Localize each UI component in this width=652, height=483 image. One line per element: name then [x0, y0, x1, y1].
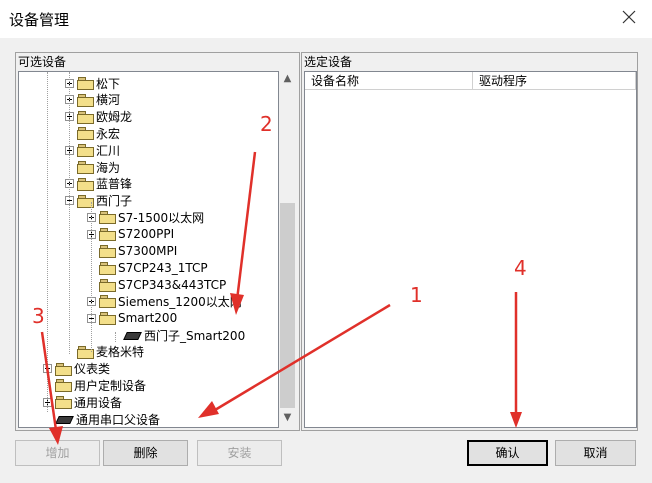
annotation-4: 4 — [514, 256, 527, 280]
confirm-button[interactable]: 确认 — [467, 440, 548, 466]
tree-guide-line — [91, 202, 92, 352]
annotation-2: 2 — [260, 112, 273, 136]
tree-item[interactable]: Siemens_1200以太网 — [87, 293, 242, 309]
tree-item[interactable]: 蓝普锋 — [65, 176, 132, 192]
close-icon[interactable] — [620, 8, 638, 26]
folder-icon — [99, 278, 116, 292]
tree-item-label: S7CP243_1TCP — [118, 260, 208, 275]
device-chip-icon — [123, 330, 142, 340]
device-chip-icon — [55, 414, 74, 424]
tree-item[interactable]: 横河 — [65, 92, 120, 108]
tree-item-label: 用户定制设备 — [74, 378, 147, 393]
folder-icon — [77, 77, 94, 90]
folder-icon — [55, 362, 72, 376]
tree-item[interactable]: 西门子 — [65, 193, 132, 209]
tree-item[interactable]: 永宏 — [65, 125, 120, 141]
tree-item-label: 通用串口父设备 — [76, 412, 161, 427]
column-header-driver[interactable]: 驱动程序 — [473, 72, 636, 90]
tree-item-label: 松下 — [96, 76, 121, 91]
selected-devices-label: 选定设备 — [304, 55, 353, 69]
tree-item-label: S7CP343&443TCP — [118, 277, 227, 292]
tree-item-label: S7-1500以太网 — [118, 210, 205, 225]
folder-icon — [99, 295, 116, 309]
folder-icon — [77, 144, 94, 158]
cancel-button[interactable]: 取消 — [555, 440, 636, 466]
available-devices-label: 可选设备 — [18, 55, 67, 69]
tree-item[interactable]: 汇川 — [65, 142, 120, 158]
tree-scrollbar[interactable]: ▲ ▼ — [279, 71, 296, 426]
title-bar: 设备管理 — [0, 0, 652, 38]
annotation-1: 1 — [410, 283, 423, 307]
tree-item[interactable]: 松下 — [65, 75, 120, 91]
folder-icon — [99, 211, 116, 225]
tree-item[interactable]: S7300MPI — [87, 243, 177, 259]
tree-item[interactable]: Smart200 — [87, 310, 177, 326]
folder-icon — [99, 245, 116, 258]
annotation-3: 3 — [32, 304, 45, 328]
tree-item-label: S7200PPI — [118, 227, 175, 242]
selected-devices-group: 选定设备 设备名称 驱动程序 — [301, 52, 638, 431]
tree-item[interactable]: 通用串口父设备 — [43, 411, 160, 427]
tree-item-label: S7300MPI — [118, 244, 178, 258]
tree-guide-line — [47, 72, 48, 412]
tree-item[interactable]: 通用设备 — [43, 394, 122, 410]
available-devices-group: 可选设备 松下横河欧姆龙 永宏汇川海为蓝普锋西门子 S7-1500以太网 S7200P… — [15, 52, 300, 431]
device-tree[interactable]: 松下横河欧姆龙 永宏汇川海为蓝普锋西门子 S7-1500以太网 S7200PPI S73… — [18, 71, 279, 428]
tree-item-label: Smart200 — [118, 311, 178, 326]
folder-icon — [99, 312, 116, 326]
folder-icon — [55, 396, 72, 410]
tree-item-label: Siemens_1200以太网 — [118, 294, 242, 309]
tree-item-label: 汇川 — [96, 143, 121, 158]
tree-item-label: 欧姆龙 — [96, 110, 133, 125]
folder-icon — [77, 127, 94, 141]
tree-item[interactable]: 西门子_Smart200 — [111, 327, 245, 343]
folder-icon — [77, 93, 94, 107]
tree-item[interactable]: 麦格米特 — [65, 344, 144, 360]
tree-item[interactable]: 仪表类 — [43, 361, 110, 377]
delete-button[interactable]: 删除 — [103, 440, 188, 466]
tree-item-label: 横河 — [96, 93, 121, 108]
folder-icon — [77, 110, 94, 124]
folder-icon — [99, 228, 116, 242]
tree-guide-line — [69, 72, 70, 354]
tree-item-label: 海为 — [96, 160, 121, 175]
tree-item[interactable]: S7CP243_1TCP — [87, 260, 208, 276]
add-button[interactable]: 增加 — [15, 440, 100, 466]
folder-icon — [77, 161, 94, 174]
folder-icon — [99, 261, 116, 275]
tree-item[interactable]: S7200PPI — [87, 226, 174, 242]
tree-item-label: 西门子 — [96, 194, 133, 209]
scroll-thumb[interactable] — [280, 203, 295, 408]
tree-item-label: 通用设备 — [74, 395, 123, 410]
tree-item[interactable]: 用户定制设备 — [43, 377, 146, 393]
tree-item[interactable]: 欧姆龙 — [65, 109, 132, 125]
scroll-down-icon[interactable]: ▼ — [282, 412, 293, 423]
install-button[interactable]: 安装 — [197, 440, 282, 466]
tree-item-label: 仪表类 — [74, 362, 111, 377]
scroll-up-icon[interactable]: ▲ — [282, 73, 293, 84]
tree-item-label: 麦格米特 — [96, 345, 145, 360]
folder-icon — [55, 379, 72, 393]
tree-guide-line — [115, 332, 116, 342]
selected-devices-list[interactable]: 设备名称 驱动程序 — [304, 71, 637, 428]
tree-item-label: 通用TCP/IP父设备 — [76, 427, 173, 428]
tree-item-label: 蓝普锋 — [96, 177, 133, 192]
tree-item[interactable]: S7CP343&443TCP — [87, 277, 226, 293]
window-title: 设备管理 — [9, 11, 70, 29]
column-header-device-name[interactable]: 设备名称 — [305, 72, 473, 90]
tree-item[interactable]: 海为 — [65, 159, 120, 175]
tree-item[interactable]: S7-1500以太网 — [87, 209, 204, 225]
tree-item-label: 永宏 — [96, 126, 121, 141]
folder-icon — [77, 177, 94, 191]
tree-item-label: 西门子_Smart200 — [144, 328, 246, 343]
